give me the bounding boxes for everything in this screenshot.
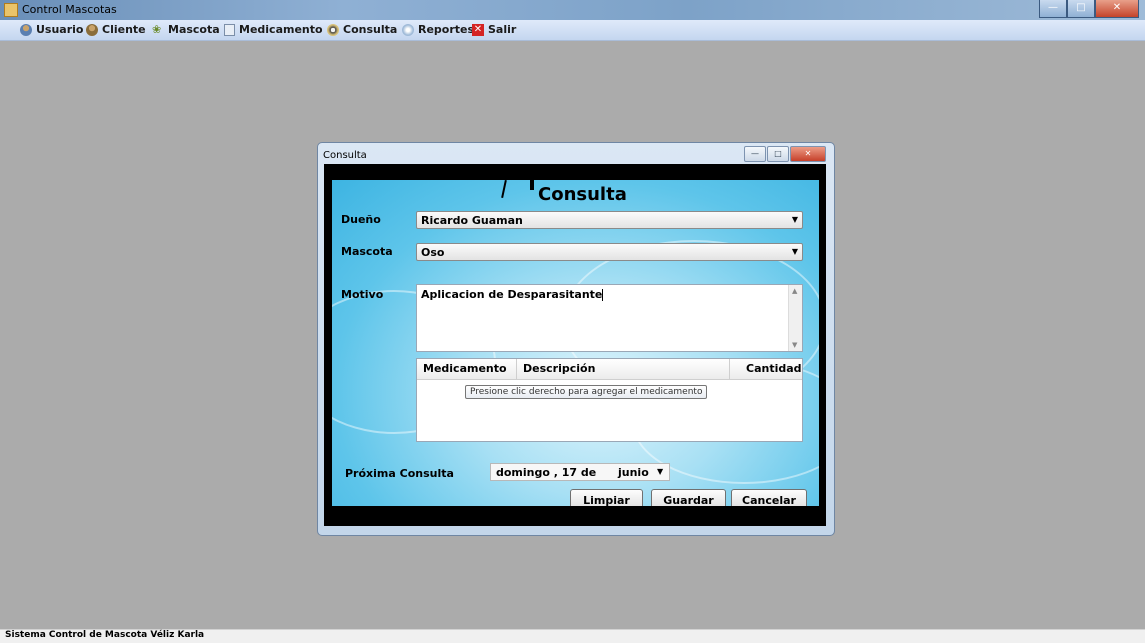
owner-value: Ricardo Guaman [421,214,523,227]
menu-reportes[interactable]: Reportes [402,23,474,36]
app-title: Control Mascotas [22,3,117,16]
status-text: Sistema Control de Mascota Véliz Karla [5,630,205,640]
menu-reportes-label: Reportes [418,23,475,36]
next-consult-label: Próxima Consulta [345,467,454,480]
save-button[interactable]: Guardar [651,489,726,506]
next-consult-date: domingo , 17 de [496,466,597,479]
menu-bar: Usuario Cliente ❀ Mascota Medicamento Co… [0,20,1145,41]
text-caret [602,289,604,301]
close-button[interactable]: ✕ [1095,0,1139,18]
pet-icon: ❀ [152,22,162,36]
dialog-window-controls: — □ ✕ [744,146,826,162]
consult-icon [327,23,339,36]
next-consult-datepicker[interactable]: domingo , 17 de junio ▼ [490,463,670,481]
owner-label: Dueño [341,213,381,226]
scroll-up-icon[interactable]: ▲ [792,287,797,295]
pet-combo[interactable]: Oso ▼ [416,243,803,261]
cancel-button[interactable]: Cancelar [731,489,807,506]
medicine-icon [224,23,235,36]
form-heading: Consulta [538,184,627,205]
consulta-dialog: Consulta — □ ✕ Consulta Dueño Ricardo Gu… [317,142,835,536]
decorative-stroke [501,180,507,199]
grid-tooltip: Presione clic derecho para agregar el me… [465,385,708,399]
pet-label: Mascota [341,245,393,258]
grid-header-cantidad[interactable]: Cantidad [746,362,802,375]
medication-grid[interactable]: Medicamento Descripción Cantidad Presion… [416,358,803,442]
dialog-minimize-button[interactable]: — [744,146,766,162]
reason-scrollbar[interactable]: ▲ ▼ [788,285,802,351]
menu-usuario[interactable]: Usuario [20,23,84,36]
menu-mascota-label: Mascota [168,23,220,36]
chevron-down-icon[interactable]: ▼ [792,215,798,224]
clear-button[interactable]: Limpiar [570,489,643,506]
menu-consulta-label: Consulta [343,23,398,36]
reason-label: Motivo [341,288,384,301]
pet-value: Oso [421,246,445,259]
reason-value: Aplicacion de Desparasitante [421,288,603,301]
menu-cliente[interactable]: Cliente [86,23,146,36]
menu-salir[interactable]: ✕ Salir [472,23,516,36]
exit-icon: ✕ [472,23,484,36]
column-divider [516,359,517,379]
client-icon [86,23,98,36]
dialog-title: Consulta [323,150,367,161]
app-icon [4,3,18,17]
menu-salir-label: Salir [488,23,517,36]
menu-consulta[interactable]: Consulta [327,23,397,36]
owner-combo[interactable]: Ricardo Guaman ▼ [416,211,803,229]
dialog-client-area: Consulta Dueño Ricardo Guaman ▼ Mascota … [324,164,826,526]
column-divider [729,359,730,379]
decorative-stroke [530,180,534,190]
menu-medicamento-label: Medicamento [239,23,323,36]
menu-cliente-label: Cliente [102,23,146,36]
chevron-down-icon[interactable]: ▼ [657,467,663,476]
window-controls: — □ ✕ [1039,0,1139,18]
reason-textarea[interactable]: Aplicacion de Desparasitante ▲ ▼ [416,284,803,352]
user-icon [20,23,32,36]
grid-header: Medicamento Descripción Cantidad [417,359,802,380]
minimize-button[interactable]: — [1039,0,1067,18]
maximize-button[interactable]: □ [1067,0,1095,18]
grid-header-descripcion[interactable]: Descripción [523,362,595,375]
reports-icon [402,23,414,36]
dialog-close-button[interactable]: ✕ [790,146,826,162]
status-bar: Sistema Control de Mascota Véliz Karla [0,629,1145,643]
form-panel: Consulta Dueño Ricardo Guaman ▼ Mascota … [332,180,819,506]
dialog-maximize-button[interactable]: □ [767,146,789,162]
chevron-down-icon[interactable]: ▼ [792,247,798,256]
scroll-down-icon[interactable]: ▼ [792,341,797,349]
grid-header-medicamento[interactable]: Medicamento [423,362,507,375]
menu-usuario-label: Usuario [36,23,84,36]
reason-text: Aplicacion de Desparasitante [421,288,604,301]
menu-mascota[interactable]: ❀ Mascota [152,23,220,36]
app-titlebar: Control Mascotas — □ ✕ [0,0,1145,20]
next-consult-month: junio [618,466,649,479]
menu-medicamento[interactable]: Medicamento [224,23,323,36]
